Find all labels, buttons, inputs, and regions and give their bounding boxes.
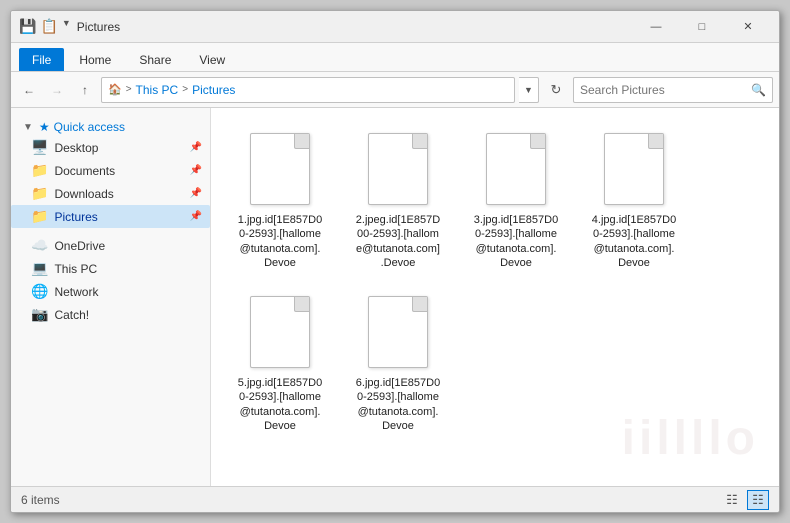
desktop-icon: 🖥️ (31, 139, 48, 156)
qat-dropdown[interactable]: ▼ (62, 18, 71, 35)
pictures-icon: 📁 (31, 208, 48, 225)
search-icon: 🔍 (751, 83, 766, 97)
up-button[interactable]: ↑ (73, 78, 97, 102)
close-button[interactable]: ✕ (725, 11, 771, 43)
search-box[interactable]: 🔍 (573, 77, 773, 103)
downloads-icon: 📁 (31, 185, 48, 202)
downloads-label: Downloads (54, 187, 113, 201)
catch-label: Catch! (54, 308, 89, 322)
documents-icon: 📁 (31, 162, 48, 179)
qat-icon-2: 📋 (40, 18, 57, 35)
file-item-4[interactable]: 4.jpg.id[1E857D00-2593].[hallome@tutanot… (579, 122, 689, 277)
tab-view[interactable]: View (186, 48, 238, 71)
file-name-2: 2.jpeg.id[1E857D00-2593].[hallome@tutano… (356, 213, 440, 270)
file-page-4 (604, 133, 664, 205)
item-count: 6 items (21, 493, 60, 507)
title-bar: 💾 📋 ▼ Pictures — □ ✕ (11, 11, 779, 43)
path-home-icon: 🏠 (108, 83, 122, 96)
pc-icon: 💻 (31, 260, 48, 277)
file-page-5 (250, 296, 310, 368)
file-page-6 (368, 296, 428, 368)
network-icon: 🌐 (31, 283, 48, 300)
file-item-6[interactable]: 6.jpg.id[1E857D00-2593].[hallome@tutanot… (343, 285, 453, 440)
list-view-button[interactable]: ☷ (721, 490, 743, 510)
file-grid: 1.jpg.id[1E857D00-2593].[hallome@tutanot… (221, 118, 769, 444)
file-icon-4 (599, 129, 669, 209)
pin-icon-downloads: 📌 (190, 188, 202, 199)
maximize-button[interactable]: □ (679, 11, 725, 43)
chevron-icon: ▼ (23, 122, 33, 133)
window-title: Pictures (77, 20, 633, 34)
documents-label: Documents (54, 164, 115, 178)
sidebar-item-network[interactable]: 🌐 Network (11, 280, 210, 303)
back-button[interactable]: ← (17, 78, 41, 102)
tab-share[interactable]: Share (126, 48, 184, 71)
pictures-label: Pictures (54, 210, 97, 224)
file-item-2[interactable]: 2.jpeg.id[1E857D00-2593].[hallome@tutano… (343, 122, 453, 277)
file-icon-5 (245, 292, 315, 372)
path-this-pc[interactable]: This PC (136, 83, 179, 97)
tab-file[interactable]: File (19, 48, 64, 71)
file-item-1[interactable]: 1.jpg.id[1E857D00-2593].[hallome@tutanot… (225, 122, 335, 277)
file-name-6: 6.jpg.id[1E857D00-2593].[hallome@tutanot… (356, 376, 440, 433)
file-name-4: 4.jpg.id[1E857D00-2593].[hallome@tutanot… (592, 213, 676, 270)
ribbon-tabs: File Home Share View (11, 43, 779, 71)
file-icon-3 (481, 129, 551, 209)
main-content: ▼ ★ Quick access 🖥️ Desktop 📌 📁 Document… (11, 108, 779, 486)
file-icon-6 (363, 292, 433, 372)
catch-icon: 📷 (31, 306, 48, 323)
address-path[interactable]: 🏠 > This PC > Pictures (101, 77, 515, 103)
desktop-label: Desktop (54, 141, 98, 155)
forward-button[interactable]: → (45, 78, 69, 102)
sidebar-item-catch[interactable]: 📷 Catch! (11, 303, 210, 326)
file-item-3[interactable]: 3.jpg.id[1E857D00-2593].[hallome@tutanot… (461, 122, 571, 277)
file-page-1 (250, 133, 310, 205)
sidebar-item-this-pc[interactable]: 💻 This PC (11, 257, 210, 280)
file-icon-1 (245, 129, 315, 209)
file-name-3: 3.jpg.id[1E857D00-2593].[hallome@tutanot… (474, 213, 558, 270)
pin-icon-documents: 📌 (190, 165, 202, 176)
path-pictures[interactable]: Pictures (192, 83, 235, 97)
sidebar-item-downloads[interactable]: 📁 Downloads 📌 (11, 182, 210, 205)
pin-icon-pictures: 📌 (190, 211, 202, 222)
file-item-5[interactable]: 5.jpg.id[1E857D00-2593].[hallome@tutanot… (225, 285, 335, 440)
minimize-button[interactable]: — (633, 11, 679, 43)
file-name-1: 1.jpg.id[1E857D00-2593].[hallome@tutanot… (238, 213, 322, 270)
file-area: iillllo 1.jpg.id[1E857D00-2593].[hallome… (211, 108, 779, 486)
explorer-window: 💾 📋 ▼ Pictures — □ ✕ File Home Share Vie… (10, 10, 780, 513)
onedrive-label: OneDrive (54, 239, 105, 253)
pin-icon-desktop: 📌 (190, 142, 202, 153)
star-icon: ★ (39, 120, 50, 134)
file-page-2 (368, 133, 428, 205)
ribbon: File Home Share View (11, 43, 779, 72)
tab-home[interactable]: Home (66, 48, 124, 71)
search-input[interactable] (580, 83, 747, 97)
this-pc-label: This PC (54, 262, 97, 276)
sidebar-item-pictures[interactable]: 📁 Pictures 📌 (11, 205, 210, 228)
path-sep-2: > (182, 84, 188, 95)
window-controls: — □ ✕ (633, 11, 771, 43)
network-label: Network (54, 285, 98, 299)
quick-access-header[interactable]: ▼ ★ Quick access (11, 116, 210, 136)
sidebar: ▼ ★ Quick access 🖥️ Desktop 📌 📁 Document… (11, 108, 211, 486)
qat-icon-1: 💾 (19, 18, 36, 35)
path-sep-1: > (126, 84, 132, 95)
file-icon-2 (363, 129, 433, 209)
onedrive-icon: ☁️ (31, 237, 48, 254)
view-toggle: ☷ ☷ (721, 490, 769, 510)
status-bar: 6 items ☷ ☷ (11, 486, 779, 512)
quick-access-label: Quick access (54, 120, 125, 134)
large-icon-view-button[interactable]: ☷ (747, 490, 769, 510)
title-bar-icons: 💾 📋 ▼ (19, 18, 71, 35)
sidebar-item-desktop[interactable]: 🖥️ Desktop 📌 (11, 136, 210, 159)
file-page-3 (486, 133, 546, 205)
address-dropdown[interactable]: ▼ (519, 77, 539, 103)
sidebar-item-onedrive[interactable]: ☁️ OneDrive (11, 234, 210, 257)
refresh-button[interactable]: ↻ (543, 77, 569, 103)
file-name-5: 5.jpg.id[1E857D00-2593].[hallome@tutanot… (238, 376, 322, 433)
address-bar: ← → ↑ 🏠 > This PC > Pictures ▼ ↻ 🔍 (11, 72, 779, 108)
sidebar-item-documents[interactable]: 📁 Documents 📌 (11, 159, 210, 182)
